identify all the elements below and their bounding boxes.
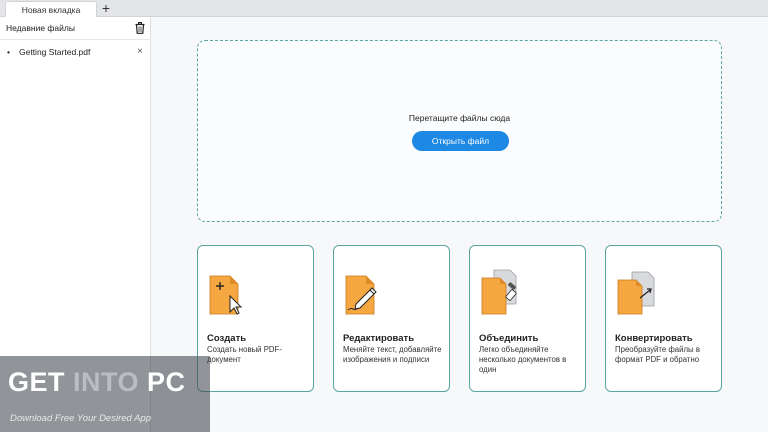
card-description: Меняйте текст, добавляйте изображения и … bbox=[343, 345, 442, 364]
card-description: Создать новый PDF-документ bbox=[207, 345, 282, 364]
tab-new-tab[interactable]: Новая вкладка bbox=[5, 1, 97, 17]
card-convert[interactable]: Конвертировать Преобразуйте файлы в форм… bbox=[605, 245, 722, 392]
recent-files-header: Недавние файлы bbox=[6, 23, 75, 33]
sidebar-divider bbox=[0, 39, 151, 40]
recent-file-name: Getting Started.pdf bbox=[19, 47, 91, 57]
watermark-subtitle: Download Free Your Desired App bbox=[10, 413, 151, 424]
open-file-button[interactable]: Открыть файл bbox=[412, 131, 509, 151]
card-merge[interactable]: Объединить Легко объединяйте несколько д… bbox=[469, 245, 586, 392]
create-pdf-icon bbox=[209, 275, 243, 315]
watermark-logo: GET INTO PC bbox=[8, 367, 186, 398]
card-description: Преобразуйте файлы в формат PDF и обратн… bbox=[615, 345, 700, 364]
watermark-word-get: GET bbox=[8, 367, 74, 397]
card-title: Редактировать bbox=[343, 333, 415, 344]
remove-recent-icon[interactable]: × bbox=[137, 46, 143, 57]
card-edit[interactable]: Редактировать Меняйте текст, добавляйте … bbox=[333, 245, 450, 392]
watermark-word-into: INTO bbox=[73, 367, 148, 397]
card-title: Конвертировать bbox=[615, 333, 693, 344]
card-create[interactable]: Создать Создать новый PDF-документ bbox=[197, 245, 314, 392]
watermark-word-pc: PC bbox=[147, 367, 186, 397]
trash-icon[interactable] bbox=[135, 22, 145, 34]
tab-label: Новая вкладка bbox=[21, 4, 81, 15]
merge-pdf-icon bbox=[481, 269, 517, 315]
bullet-icon: • bbox=[7, 47, 10, 57]
edit-pdf-icon bbox=[345, 275, 377, 315]
card-description: Легко объединяйте несколько документов в… bbox=[479, 345, 567, 374]
add-tab-icon[interactable]: + bbox=[99, 1, 113, 15]
card-title: Объединить bbox=[479, 333, 539, 344]
drop-zone-text: Перетащите файлы сюда bbox=[408, 113, 511, 123]
convert-pdf-icon bbox=[617, 271, 655, 315]
card-title: Создать bbox=[207, 333, 247, 344]
tab-bar: Новая вкладка + bbox=[0, 0, 768, 17]
drop-zone[interactable]: Перетащите файлы сюда Открыть файл bbox=[197, 40, 722, 222]
recent-file-item[interactable]: • Getting Started.pdf × bbox=[6, 46, 146, 59]
